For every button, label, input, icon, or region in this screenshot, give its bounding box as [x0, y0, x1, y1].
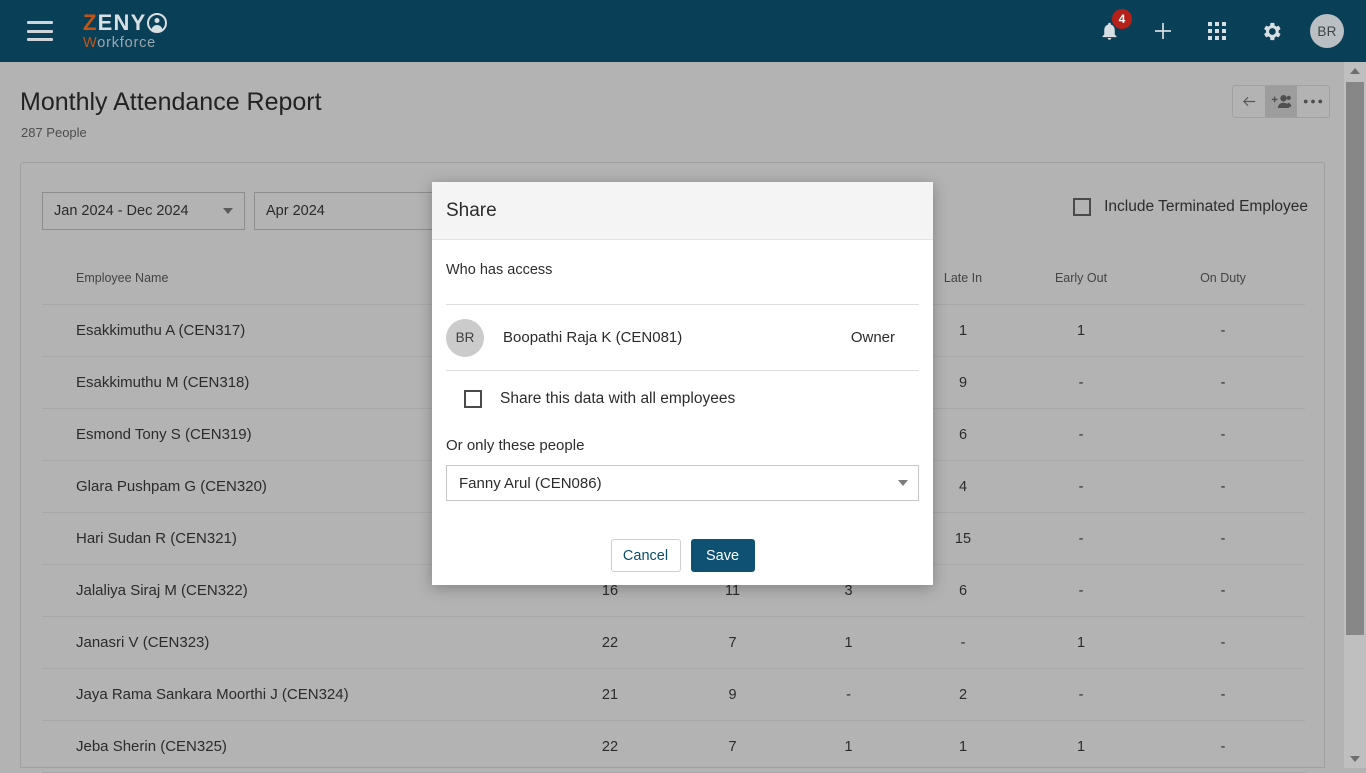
chevron-down-icon: [223, 208, 233, 214]
employee-name: Jeba Sherin (CEN325): [76, 738, 227, 755]
late-in: 2: [958, 686, 968, 703]
early-out: -: [1078, 478, 1084, 495]
page-action-buttons: [1232, 85, 1330, 118]
late-in: 1: [958, 738, 968, 755]
cell-4: 1: [844, 634, 853, 651]
date-range-select[interactable]: Jan 2024 - Dec 2024: [42, 192, 245, 230]
on-duty: -: [1220, 582, 1226, 599]
scroll-up-arrow-icon[interactable]: [1344, 62, 1366, 80]
page-title: Monthly Attendance Report: [20, 88, 322, 116]
dialog-actions: Cancel Save: [446, 539, 919, 572]
late-in: -: [960, 634, 966, 651]
owner-avatar: BR: [446, 318, 484, 357]
employee-name: Janasri V (CEN323): [76, 634, 210, 651]
hamburger-menu-icon[interactable]: [27, 21, 53, 41]
dialog-body: Who has access BR Boopathi Raja K (CEN08…: [432, 262, 933, 572]
only-these-people-label: Or only these people: [446, 437, 585, 454]
column-header-early-out[interactable]: Early Out: [1021, 271, 1141, 285]
on-duty: -: [1220, 322, 1226, 339]
cell-4: 1: [844, 738, 853, 755]
people-select[interactable]: Fanny Arul (CEN086): [446, 465, 919, 501]
checkbox-box: [464, 390, 482, 408]
on-duty: -: [1220, 738, 1226, 755]
early-out: -: [1078, 582, 1084, 599]
dialog-title: Share: [446, 199, 497, 221]
cell-3: 9: [728, 686, 737, 703]
scroll-down-arrow-icon[interactable]: [1344, 750, 1366, 768]
owner-role-badge: Owner: [850, 329, 895, 346]
share-dialog: Share Who has access BR Boopathi Raja K …: [432, 182, 933, 585]
include-terminated-checkbox[interactable]: Include Terminated Employee: [1073, 198, 1308, 216]
vertical-scrollbar[interactable]: [1344, 62, 1366, 768]
cell-4: -: [846, 686, 851, 703]
owner-access-row: BR Boopathi Raja K (CEN081) Owner: [446, 305, 919, 371]
early-out: 1: [1076, 738, 1086, 755]
table-row[interactable]: Jeba Sherin (CEN325) 22 7 1 1 1 -: [42, 721, 1305, 773]
logo-person-globe-icon: [147, 12, 168, 33]
early-out: -: [1078, 530, 1084, 547]
cancel-button[interactable]: Cancel: [610, 539, 681, 572]
who-has-access-label: Who has access: [446, 262, 553, 278]
save-button[interactable]: Save: [690, 539, 755, 572]
table-row[interactable]: Janasri V (CEN323) 22 7 1 - 1 -: [42, 617, 1305, 669]
early-out: -: [1078, 374, 1084, 391]
on-duty: -: [1220, 634, 1226, 651]
logo-text-eny: ENY: [97, 9, 147, 35]
notifications-bell-icon[interactable]: 4: [1094, 9, 1132, 46]
include-terminated-label: Include Terminated Employee: [1104, 198, 1308, 215]
app-logo[interactable]: Z ENY Workforce: [83, 9, 168, 51]
top-navigation-bar: Z ENY Workforce 4 BR: [0, 0, 1366, 62]
logo-text-z: Z: [83, 9, 98, 35]
dialog-header: Share: [432, 182, 933, 240]
user-avatar[interactable]: BR: [1310, 14, 1344, 48]
owner-name: Boopathi Raja K (CEN081): [503, 329, 683, 346]
date-range-value: Jan 2024 - Dec 2024: [54, 203, 189, 219]
cell-2: 22: [601, 738, 619, 755]
early-out: -: [1078, 426, 1084, 443]
month-select[interactable]: Apr 2024: [254, 192, 454, 230]
page-header: Monthly Attendance Report 287 People: [0, 62, 1344, 148]
more-options-icon[interactable]: [1297, 86, 1329, 117]
on-duty: -: [1220, 686, 1226, 703]
early-out: -: [1078, 686, 1084, 703]
chevron-down-icon: [898, 480, 908, 486]
page-subtitle: 287 People: [21, 125, 87, 140]
table-row[interactable]: Jaya Rama Sankara Moorthi J (CEN324) 21 9 -…: [42, 669, 1305, 721]
month-value: Apr 2024: [266, 203, 325, 219]
cell-3: 7: [728, 738, 737, 755]
top-nav-actions: 4 BR: [1094, 9, 1344, 48]
employee-name: Jaya Rama Sankara Moorthi J (CEN324): [76, 686, 349, 703]
cell-2: 22: [601, 634, 619, 651]
notification-count-badge: 4: [1112, 9, 1132, 29]
column-header-on-duty[interactable]: On Duty: [1141, 271, 1305, 285]
on-duty: -: [1220, 530, 1226, 547]
cell-3: 7: [728, 634, 737, 651]
logo-text-orkforce: orkforce: [97, 34, 157, 51]
apps-grid-icon[interactable]: [1202, 16, 1232, 46]
logo-text-w: W: [83, 34, 98, 51]
on-duty: -: [1220, 374, 1226, 391]
back-arrow-icon[interactable]: [1233, 86, 1265, 117]
on-duty: -: [1220, 478, 1226, 495]
people-select-value: Fanny Arul (CEN086): [459, 474, 602, 492]
filter-controls: Jan 2024 - Dec 2024 Apr 2024: [42, 192, 454, 230]
add-person-icon[interactable]: [1265, 86, 1297, 117]
cell-2: 21: [601, 686, 619, 703]
share-with-all-label: Share this data with all employees: [500, 390, 736, 407]
plus-icon[interactable]: [1148, 16, 1178, 46]
checkbox-box: [1073, 198, 1092, 216]
gear-icon[interactable]: [1256, 16, 1286, 46]
early-out: 1: [1076, 322, 1086, 339]
scrollbar-thumb[interactable]: [1346, 82, 1364, 635]
share-with-all-checkbox[interactable]: Share this data with all employees: [446, 371, 919, 427]
early-out: 1: [1076, 634, 1086, 651]
on-duty: -: [1220, 426, 1226, 443]
